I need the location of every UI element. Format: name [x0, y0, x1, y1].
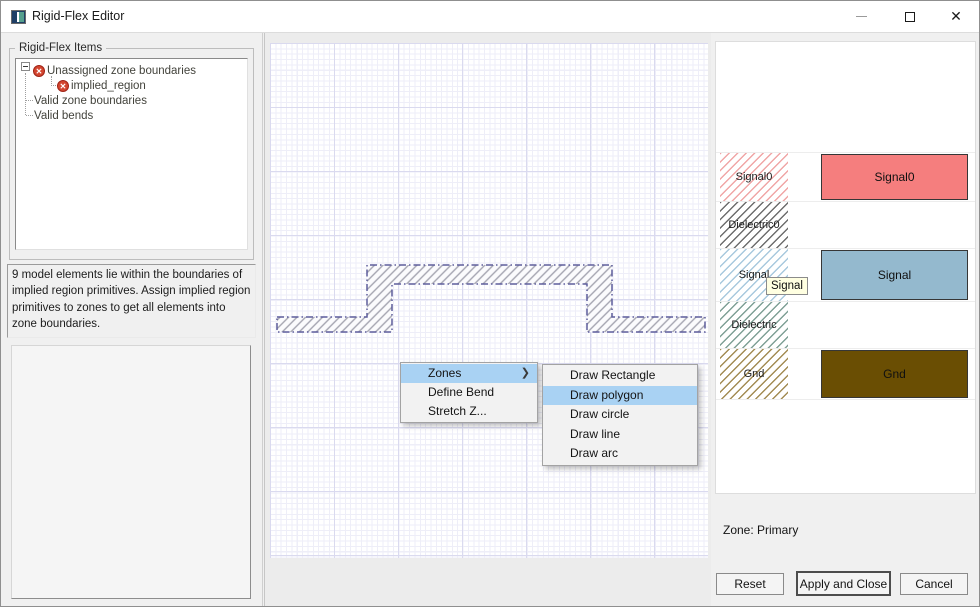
menu-item-label: Draw line: [570, 427, 620, 441]
layer-swatch-label: Signal0: [736, 171, 773, 183]
layer-swatch[interactable]: Dielectric: [720, 302, 788, 348]
tree-item-label: Unassigned zone boundaries: [47, 65, 196, 77]
groupbox-title: Rigid-Flex Items: [15, 42, 106, 54]
details-panel: [11, 345, 251, 599]
close-button[interactable]: ✕: [935, 1, 977, 32]
layer-swatch-label: Dielectric: [731, 319, 776, 331]
canvas-area: [264, 33, 711, 607]
apply-and-close-button[interactable]: Apply and Close: [796, 571, 891, 596]
left-panel: Rigid-Flex Items ✕ Unassigned zone bound…: [1, 33, 263, 607]
menu-item-draw-rectangle[interactable]: Draw Rectangle: [543, 366, 697, 386]
layer-rect[interactable]: Signal0: [821, 154, 968, 200]
error-icon: ✕: [57, 80, 69, 92]
layer-rect-label: Signal: [878, 268, 911, 282]
maximize-button[interactable]: [889, 1, 931, 32]
context-menu: Zones ❯ Define Bend Stretch Z...: [400, 362, 538, 423]
zone-boundary-layer: [270, 43, 708, 558]
layer-row-signal0: Signal0 Signal0: [716, 152, 975, 202]
app-icon: [11, 10, 26, 24]
layer-rect-label: Gnd: [883, 367, 906, 381]
layer-row-dielectric0: Dielectric0: [716, 202, 975, 249]
layer-swatch-label: Dielectric0: [728, 219, 779, 231]
rigid-flex-items-tree[interactable]: ✕ Unassigned zone boundaries ✕ implied_r…: [15, 58, 248, 250]
tree-item-valid-zone-boundaries[interactable]: Valid zone boundaries: [34, 93, 147, 108]
reset-button[interactable]: Reset: [716, 573, 784, 595]
minimize-icon: [856, 16, 867, 17]
layer-rect[interactable]: Signal: [821, 250, 968, 300]
layer-row-gnd: Gnd Gnd: [716, 349, 975, 400]
validation-message: 9 model elements lie within the boundari…: [7, 264, 256, 338]
menu-item-label: Define Bend: [428, 385, 494, 399]
menu-item-label: Stretch Z...: [428, 404, 487, 418]
menu-item-label: Draw Rectangle: [570, 368, 655, 382]
layer-swatch-label: Signal: [739, 269, 770, 281]
layer-tooltip: Signal: [766, 277, 808, 295]
menu-item-zones[interactable]: Zones ❯: [401, 364, 537, 383]
layer-row-dielectric: Dielectric: [716, 302, 975, 349]
layer-row-signal: Signal Signal: [716, 249, 975, 302]
menu-item-define-bend[interactable]: Define Bend: [401, 383, 537, 402]
menu-item-stretch-z[interactable]: Stretch Z...: [401, 402, 537, 421]
tree-item-valid-bends[interactable]: Valid bends: [34, 108, 93, 123]
drawing-canvas[interactable]: [270, 43, 708, 558]
menu-item-label: Zones: [428, 366, 461, 380]
layer-swatch[interactable]: Dielectric0: [720, 202, 788, 248]
layer-swatch[interactable]: Gnd: [720, 349, 788, 399]
title-bar: Rigid-Flex Editor ✕: [1, 1, 979, 33]
layer-swatch-label: Gnd: [744, 368, 765, 380]
stackup-panel: Signal0 Signal0 Dielectric0 Signal Signa…: [715, 41, 976, 494]
layer-rect-label: Signal0: [874, 170, 914, 184]
tree-expander-minus[interactable]: [21, 62, 30, 71]
menu-item-label: Draw circle: [570, 407, 629, 421]
cancel-button[interactable]: Cancel: [900, 573, 968, 595]
tree-connector: [26, 100, 33, 101]
menu-item-draw-circle[interactable]: Draw circle: [543, 405, 697, 425]
menu-item-draw-line[interactable]: Draw line: [543, 425, 697, 445]
tree-item-label: Valid zone boundaries: [34, 95, 147, 107]
window-title: Rigid-Flex Editor: [32, 9, 124, 23]
submenu-arrow-icon: ❯: [521, 364, 530, 383]
close-icon: ✕: [950, 8, 962, 25]
menu-item-label: Draw arc: [570, 446, 618, 460]
tree-connector: [25, 73, 26, 115]
rigid-flex-editor-window: Rigid-Flex Editor ✕ Rigid-Flex Items ✕ U…: [0, 0, 980, 607]
menu-item-label: Draw polygon: [570, 388, 643, 402]
tree-item-unassigned-zone-boundaries[interactable]: ✕ Unassigned zone boundaries: [33, 63, 196, 78]
error-icon: ✕: [33, 65, 45, 77]
layer-swatch[interactable]: Signal0: [720, 153, 788, 201]
tree-item-implied-region[interactable]: ✕ implied_region: [57, 78, 146, 93]
minimize-button[interactable]: [840, 1, 882, 32]
tree-item-label: Valid bends: [34, 110, 93, 122]
implied-region-shape[interactable]: [277, 265, 705, 332]
tree-item-label: implied_region: [71, 80, 146, 92]
maximize-icon: [905, 12, 915, 22]
zone-label: Zone: Primary: [723, 523, 798, 537]
tree-connector: [26, 115, 33, 116]
menu-item-draw-arc[interactable]: Draw arc: [543, 444, 697, 464]
zones-submenu: Draw Rectangle Draw polygon Draw circle …: [542, 364, 698, 466]
menu-item-draw-polygon[interactable]: Draw polygon: [543, 386, 697, 406]
layer-rect[interactable]: Gnd: [821, 350, 968, 398]
